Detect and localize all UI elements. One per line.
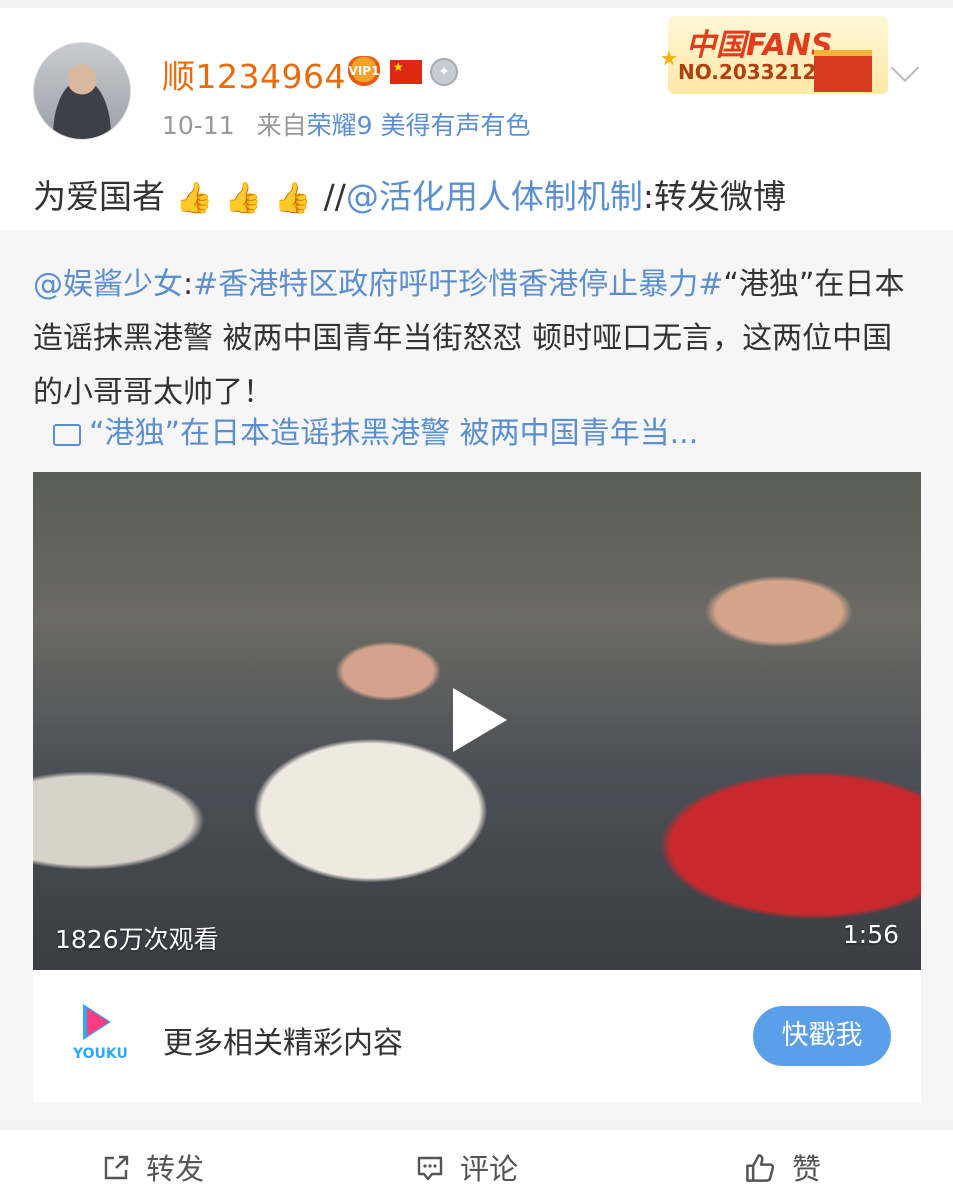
play-icon[interactable] (453, 688, 507, 752)
video-link[interactable]: “港独”在日本造谣抹黑港警 被两中国青年当... (53, 408, 698, 452)
repost-text: @娱酱少女:#香港特区政府呼吁珍惜香港停止暴力#“港独”在日本造谣抹黑港警 被两… (33, 258, 913, 420)
vip-heart-icon[interactable]: VIP1 (348, 56, 380, 86)
tiananmen-icon (814, 50, 872, 92)
youku-promo[interactable]: YOUKU 更多相关精彩内容 快戳我 (33, 970, 921, 1102)
youku-mark-inner-icon (87, 1008, 109, 1036)
star-icon: ★ (660, 46, 678, 70)
comment-icon (417, 1156, 443, 1181)
source-device[interactable]: 荣耀9 美得有声有色 (307, 111, 531, 140)
avatar[interactable] (33, 42, 131, 140)
share-icon (104, 1155, 129, 1180)
mention-link[interactable]: @活化用人体制机制 (346, 177, 643, 216)
promo-button[interactable]: 快戳我 (753, 1006, 891, 1066)
thumbs-up-icon: 👍 (175, 181, 213, 216)
share-button[interactable]: 转发 (102, 1146, 204, 1188)
china-flag-icon: ★ (390, 60, 422, 84)
video-duration: 1:56 (842, 920, 899, 949)
post-text-prefix: 为爱国者 (33, 177, 165, 216)
comment-label: 评论 (460, 1152, 519, 1186)
fans-badge[interactable]: ★ 中国FANS NO.2033212 (660, 16, 888, 94)
weibo-post: 顺1234964 VIP1 ★ ✦ 10-11 来自荣耀9 美得有声有色 ★ 中… (0, 8, 953, 1120)
like-label: 赞 (792, 1152, 822, 1186)
share-label: 转发 (146, 1152, 205, 1186)
chevron-down-icon[interactable] (890, 53, 920, 83)
promo-text: 更多相关精彩内容 (163, 1026, 403, 1061)
action-bar: 转发 评论 赞 (0, 1130, 953, 1200)
reposted-content[interactable]: @娱酱少女:#香港特区政府呼吁珍惜香港停止暴力# “港独”在日本造谣抹黑港警 被两… (0, 230, 953, 1120)
thumbs-up-icon: 👍 (274, 181, 312, 216)
repost-mention-link[interactable]: @娱酱少女 (33, 267, 183, 302)
username[interactable]: 顺1234964 (162, 50, 346, 98)
youku-logo-text: YOUKU (73, 1046, 128, 1062)
repost-colon: : (183, 267, 194, 302)
fans-badge-number: NO.2033212 (678, 60, 817, 84)
post-meta: 10-11 来自荣耀9 美得有声有色 (162, 106, 530, 142)
like-icon (746, 1154, 775, 1182)
fans-badge-title: 中国FANS (686, 28, 833, 63)
youku-logo-icon: YOUKU (73, 1004, 128, 1064)
medal-icon[interactable]: ✦ (430, 58, 458, 86)
video-camera-icon (53, 423, 81, 446)
post-text-sep: // (323, 177, 346, 216)
thumbs-up-icon: 👍 (224, 181, 263, 216)
post-text-suffix: :转发微博 (642, 177, 786, 216)
post-date: 10-11 (162, 111, 235, 140)
video-views: 1826万次观看 (55, 925, 219, 954)
post-text: 为爱国者 👍 👍 👍 //@活化用人体制机制:转发微博 (33, 170, 786, 218)
video-player[interactable]: 1826万次观看 1:56 (33, 472, 921, 970)
video-link-text: “港独”在日本造谣抹黑港警 被两中国青年当... (89, 416, 699, 451)
like-button[interactable]: 赞 (744, 1146, 821, 1188)
source-prefix: 来自 (256, 111, 307, 140)
hashtag-link[interactable]: #香港特区政府呼吁珍惜香港停止暴力# (193, 267, 723, 302)
comment-button[interactable]: 评论 (416, 1146, 518, 1188)
